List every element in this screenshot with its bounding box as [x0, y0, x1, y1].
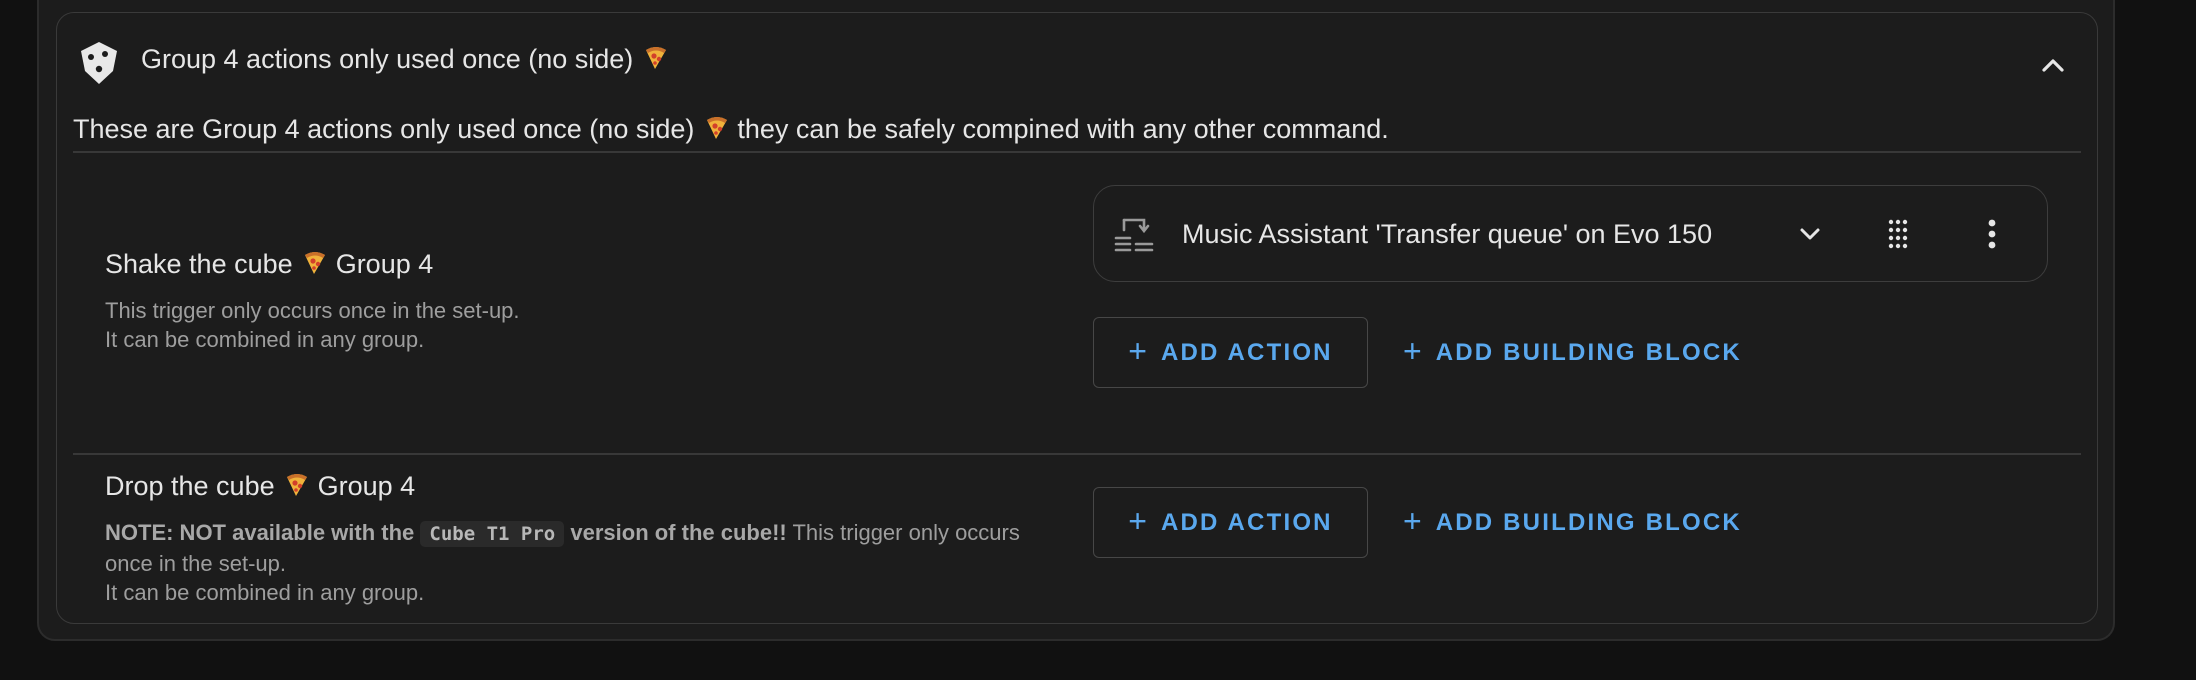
section-description: These are Group 4 actions only used once…	[73, 111, 1389, 147]
pizza-icon	[704, 115, 730, 141]
add-building-block-button[interactable]: + ADD BUILDING BLOCK	[1403, 487, 1742, 558]
add-action-label: ADD ACTION	[1160, 338, 1333, 366]
trigger-description-shake: This trigger only occurs once in the set…	[105, 296, 1025, 354]
more-vertical-icon[interactable]	[1974, 216, 2010, 252]
trigger-title-end: Group 4	[335, 249, 434, 279]
section-title-text: Group 4 actions only used once (no side)	[141, 44, 634, 74]
drag-handle-icon[interactable]	[1880, 216, 1916, 252]
plus-icon: +	[1403, 503, 1422, 539]
dice-icon	[81, 42, 117, 84]
section-description-start: These are Group 4 actions only used once…	[73, 114, 695, 144]
trigger-desc-line: It can be combined in any group.	[105, 580, 425, 605]
add-building-block-label: ADD BUILDING BLOCK	[1435, 508, 1742, 536]
note-bold: version of the cube!!	[570, 520, 787, 545]
plus-icon: +	[1128, 333, 1147, 369]
section-description-end: they can be safely compined with any oth…	[737, 114, 1389, 144]
chevron-down-icon[interactable]	[1792, 216, 1828, 252]
pizza-icon	[284, 472, 310, 498]
trigger-title-drop: Drop the cube Group 4	[105, 469, 415, 503]
action-title: Music Assistant 'Transfer queue' on Evo …	[1182, 219, 1713, 249]
note-bold: NOTE: NOT available with the	[105, 520, 415, 545]
action-section: Group 4 actions only used once (no side)…	[56, 12, 2098, 624]
trigger-title-start: Shake the cube	[105, 249, 293, 279]
trigger-description-drop: NOTE: NOT available with the Cube T1 Pro…	[105, 518, 1025, 607]
chevron-up-icon[interactable]	[2035, 47, 2071, 83]
pizza-icon	[643, 45, 669, 71]
inline-code: Cube T1 Pro	[420, 521, 565, 547]
trigger-title-start: Drop the cube	[105, 471, 275, 501]
queue-transfer-icon	[1114, 218, 1154, 252]
divider	[73, 453, 2081, 455]
add-action-button[interactable]: + ADD ACTION	[1093, 487, 1368, 558]
trigger-title-end: Group 4	[317, 471, 416, 501]
pizza-icon	[302, 250, 328, 276]
trigger-title-shake: Shake the cube Group 4	[105, 247, 433, 281]
divider	[73, 151, 2081, 153]
add-action-button[interactable]: + ADD ACTION	[1093, 317, 1368, 388]
section-title[interactable]: Group 4 actions only used once (no side)	[141, 41, 669, 77]
add-building-block-label: ADD BUILDING BLOCK	[1435, 338, 1742, 366]
add-building-block-button[interactable]: + ADD BUILDING BLOCK	[1403, 317, 1742, 388]
trigger-desc-line: This trigger only occurs once in the set…	[105, 298, 520, 323]
action-row[interactable]: Music Assistant 'Transfer queue' on Evo …	[1093, 185, 2048, 282]
plus-icon: +	[1128, 503, 1147, 539]
plus-icon: +	[1403, 333, 1422, 369]
trigger-desc-line: It can be combined in any group.	[105, 327, 425, 352]
trigger-note: NOTE: NOT available with the Cube T1 Pro…	[105, 518, 1025, 578]
add-action-label: ADD ACTION	[1160, 508, 1333, 536]
